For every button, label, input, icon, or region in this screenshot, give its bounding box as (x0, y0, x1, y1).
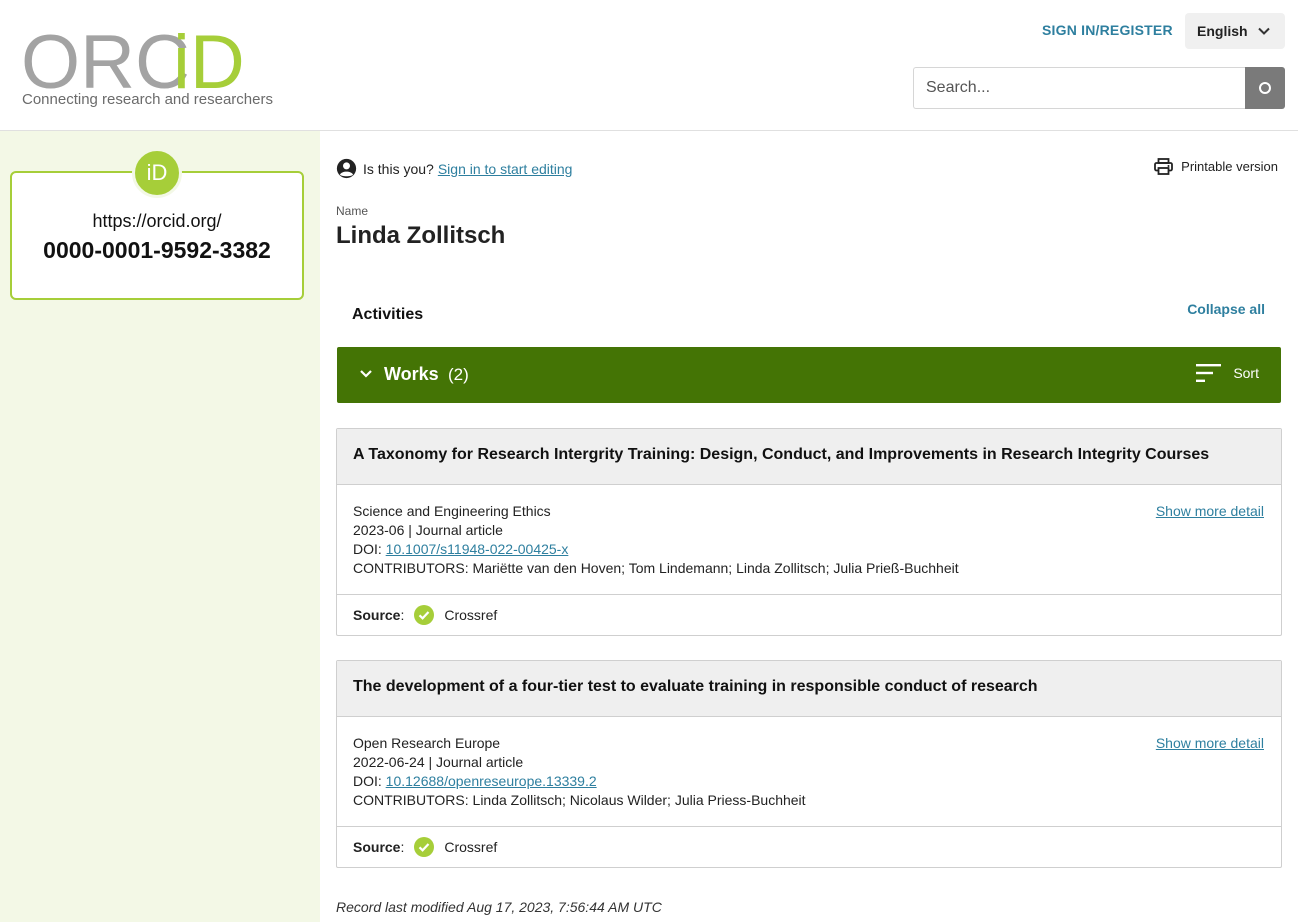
work-doi: DOI: 10.12688/openreseurope.13339.2 (353, 772, 1265, 791)
work-date-type: 2022-06-24 | Journal article (353, 754, 524, 770)
language-select[interactable]: English (1185, 13, 1285, 49)
doi-label: DOI: (353, 541, 386, 557)
search-button[interactable] (1245, 67, 1285, 109)
work-source: Source: Crossref (353, 837, 498, 857)
doi-link[interactable]: 10.1007/s11948-022-00425-x (386, 541, 569, 557)
show-more-detail-link[interactable]: Show more detail (1156, 502, 1264, 521)
work-item: A Taxonomy for Research Intergrity Train… (336, 428, 1282, 636)
account-circle-icon (336, 158, 357, 179)
search-input[interactable] (913, 67, 1246, 109)
works-count: (2) (448, 365, 469, 384)
orcid-id-icon: iD (132, 148, 182, 198)
print-icon (1154, 158, 1174, 175)
orcid-logo[interactable]: ORC iD (21, 18, 251, 92)
sign-in-register-link[interactable]: SIGN IN/REGISTER (1042, 22, 1173, 38)
work-journal: Open Research Europe (353, 735, 501, 751)
logo-text-gray: ORC (21, 20, 190, 92)
source-label: Source (353, 839, 401, 855)
check-circle-icon (414, 605, 435, 625)
work-contributors: CONTRIBUTORS: Mariëtte van den Hoven; To… (353, 560, 959, 576)
record-last-modified: Record last modified Aug 17, 2023, 7:56:… (336, 899, 662, 915)
doi-label: DOI: (353, 773, 386, 789)
site-header: ORC iD Connecting research and researche… (0, 0, 1298, 131)
source-name: Crossref (444, 839, 498, 855)
orcid-url: https://orcid.org/ (92, 211, 222, 231)
logo-text-green: iD (173, 20, 245, 92)
source-label: Source (353, 607, 401, 623)
chevron-down-icon (1258, 27, 1270, 35)
work-title: A Taxonomy for Research Intergrity Train… (337, 429, 1281, 485)
source-name: Crossref (444, 607, 498, 623)
main-content: Is this you? Sign in to start editing Pr… (320, 131, 1298, 922)
work-journal: Science and Engineering Ethics (353, 503, 551, 519)
work-doi: DOI: 10.1007/s11948-022-00425-x (353, 540, 1265, 559)
search-icon (1259, 82, 1271, 94)
work-contributors: CONTRIBUTORS: Linda Zollitsch; Nicolaus … (353, 792, 806, 808)
work-details: Science and Engineering Ethics 2023-06 |… (337, 485, 1281, 595)
work-source: Source: Crossref (353, 605, 498, 625)
activities-heading: Activities (352, 306, 424, 323)
work-date-type: 2023-06 | Journal article (353, 522, 503, 538)
collapse-all-button[interactable]: Collapse all (1187, 301, 1265, 317)
tagline: Connecting research and researchers (22, 91, 273, 108)
name-label: Name (336, 204, 369, 218)
orcid-id: 0000-0001-9592-3382 (43, 237, 271, 263)
work-details: Open Research Europe 2022-06-24 | Journa… (337, 717, 1281, 827)
is-this-you-row: Is this you? Sign in to start editing (336, 158, 572, 179)
sort-button[interactable]: Sort (1196, 364, 1259, 382)
sort-label: Sort (1233, 365, 1259, 381)
work-title: The development of a four-tier test to e… (337, 661, 1281, 717)
works-section-header[interactable]: Works (2) Sort (337, 347, 1281, 403)
is-this-you-text: Is this you? (363, 160, 434, 177)
chevron-down-icon (360, 370, 372, 378)
person-name: Linda Zollitsch (336, 222, 506, 249)
work-item: The development of a four-tier test to e… (336, 660, 1282, 868)
doi-link[interactable]: 10.12688/openreseurope.13339.2 (386, 773, 597, 789)
show-more-detail-link[interactable]: Show more detail (1156, 734, 1264, 753)
language-value: English (1197, 23, 1248, 39)
works-title: Works (384, 364, 439, 384)
printable-version-label: Printable version (1181, 159, 1278, 174)
check-circle-icon (414, 837, 435, 857)
sort-icon (1196, 364, 1222, 382)
printable-version-button[interactable]: Printable version (1154, 158, 1278, 175)
sign-in-to-edit-link[interactable]: Sign in to start editing (438, 161, 573, 177)
